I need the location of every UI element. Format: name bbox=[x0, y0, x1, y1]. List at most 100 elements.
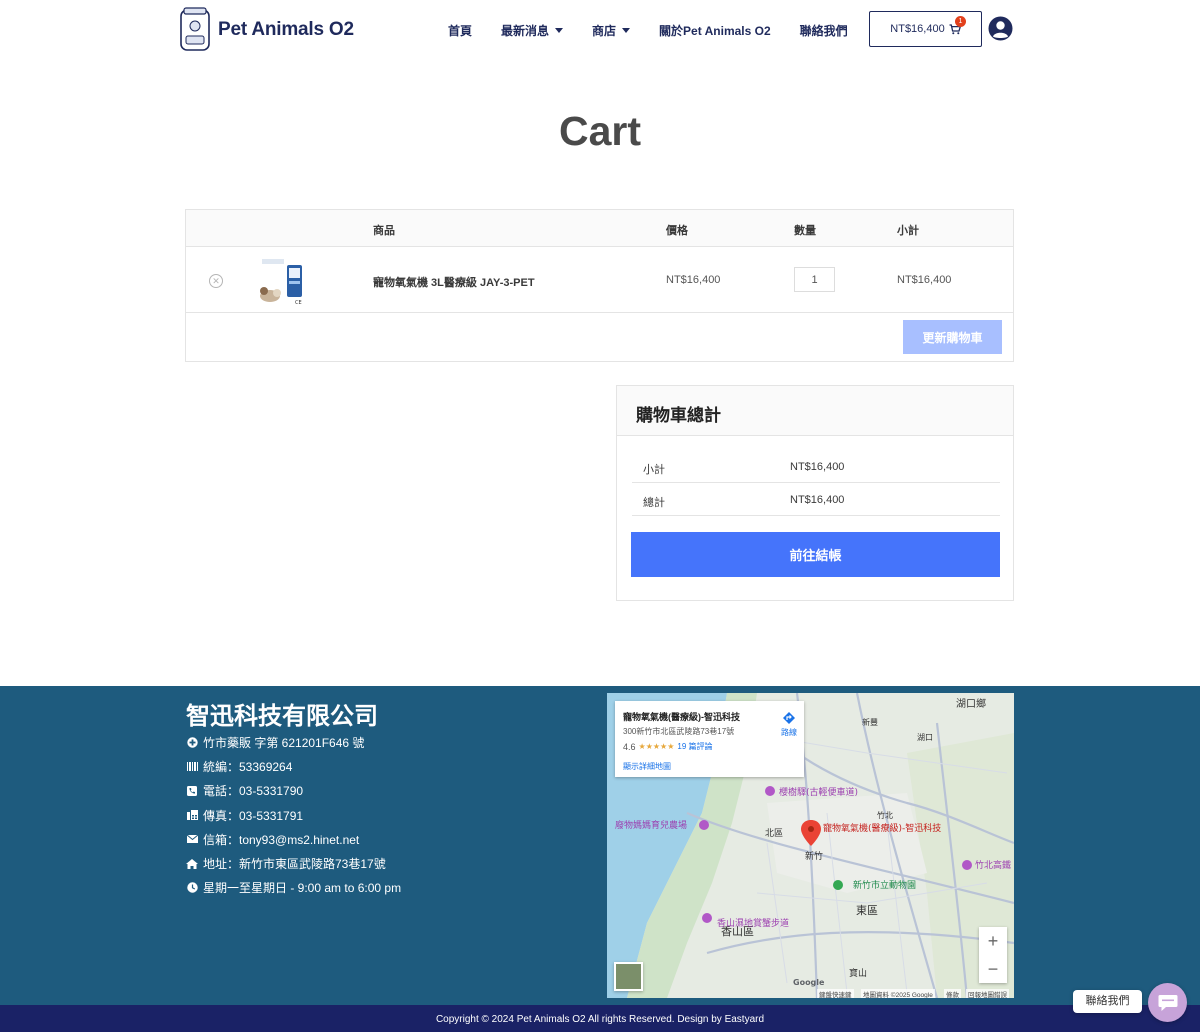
page-title: Cart bbox=[558, 108, 642, 154]
chat-button[interactable] bbox=[1148, 983, 1187, 1022]
product-subtotal: NT$16,400 bbox=[897, 274, 952, 286]
cart-table: 商品 價格 數量 小計 ✕ CE 寵物氧氣機 3L醫療級 JAY-3-PET N… bbox=[185, 209, 1014, 362]
google-logo: Google bbox=[793, 978, 825, 987]
map-data-credit: 地圖資料 ©2025 Google bbox=[861, 989, 935, 998]
barcode-icon bbox=[186, 760, 198, 772]
nav-news-label: 最新消息 bbox=[501, 24, 550, 38]
info-license: 竹市藥販 字第 621201F646 號 bbox=[186, 730, 401, 754]
map-report-link[interactable]: 回報地圖錯誤 bbox=[966, 989, 1009, 998]
info-phone-text: 電話：03-5331790 bbox=[203, 784, 304, 799]
nav-about-label: 關於Pet Animals O2 bbox=[659, 24, 771, 38]
info-email-text: 信箱：tony93@ms2.hinet.net bbox=[203, 832, 360, 847]
map-directions-button[interactable]: 路線 bbox=[777, 711, 801, 738]
plus-circle-icon bbox=[186, 736, 198, 748]
map-place-card: 寵物氧氣機(醫療級)-智迅科技 300新竹市北區武陵路73巷17號 4.6 ★★… bbox=[615, 701, 804, 777]
header-cart-total: NT$16,400 bbox=[890, 23, 945, 35]
chat-label[interactable]: 聯絡我們 bbox=[1073, 990, 1142, 1013]
header-price: 價格 bbox=[666, 225, 688, 237]
map-zoom-controls: + − bbox=[979, 927, 1007, 983]
totals-subtotal-row: 小計 NT$16,400 bbox=[632, 450, 1000, 483]
google-map-embed[interactable]: 湖口鄉 新豐 湖口 北區 新竹 東區 香山區 竹北 寶山 新竹市立動物園 香山濕… bbox=[607, 693, 1014, 998]
chat-bubble-icon bbox=[1158, 994, 1177, 1011]
cart-totals-title: 購物車總計 bbox=[636, 406, 721, 425]
cart-totals: 購物車總計 小計 NT$16,400 總計 NT$16,400 前往結帳 bbox=[616, 385, 1014, 601]
product-price: NT$16,400 bbox=[666, 274, 721, 286]
totals-subtotal-label: 小計 bbox=[643, 464, 665, 476]
nav-shop-label: 商店 bbox=[592, 24, 617, 38]
home-icon bbox=[186, 858, 198, 870]
account-button[interactable] bbox=[988, 16, 1013, 46]
logo-text: Pet Animals O2 bbox=[218, 19, 354, 40]
quantity-input[interactable] bbox=[794, 267, 835, 292]
nav-contact-label: 聯絡我們 bbox=[799, 24, 848, 38]
info-hours-text: 星期一至星期日 - 9:00 am to 6:00 pm bbox=[203, 881, 402, 896]
info-address: 地址：新竹市東區武陵路73巷17號 bbox=[186, 851, 401, 875]
info-tax-id-text: 統編：53369264 bbox=[203, 759, 293, 774]
product-name-link[interactable]: 寵物氧氣機 3L醫療級 JAY-3-PET bbox=[373, 274, 535, 290]
map-label-ying-shu-yi: 櫻樹驛(古輕便車道) bbox=[779, 786, 858, 798]
totals-total-value: NT$16,400 bbox=[790, 494, 845, 506]
cart-count-badge: 1 bbox=[955, 16, 966, 27]
site-footer: 智迅科技有限公司 竹市藥販 字第 621201F646 號 統編：5336926… bbox=[0, 686, 1200, 1005]
map-shortcuts-link[interactable]: 鍵盤快速鍵 bbox=[817, 989, 854, 998]
chevron-down-icon bbox=[555, 28, 564, 33]
totals-total-label: 總計 bbox=[643, 497, 665, 509]
header-subtotal: 小計 bbox=[897, 225, 919, 237]
chevron-down-icon bbox=[622, 28, 631, 33]
info-hours: 星期一至星期日 - 9:00 am to 6:00 pm bbox=[186, 876, 401, 900]
map-terms-link[interactable]: 條款 bbox=[944, 989, 961, 998]
envelope-icon bbox=[186, 833, 198, 845]
map-label-farm: 廢物媽媽育兒農場 bbox=[615, 819, 687, 831]
map-label-hukou: 湖口 bbox=[917, 733, 933, 742]
nav-shop[interactable]: 商店 bbox=[592, 22, 631, 39]
zoom-out-button[interactable]: − bbox=[979, 955, 1007, 983]
site-logo[interactable]: Pet Animals O2 bbox=[178, 6, 354, 54]
map-label-zhubei-hsr: 竹北高鐵 bbox=[975, 859, 1011, 871]
cart-item-row: ✕ CE 寵物氧氣機 3L醫療級 JAY-3-PET NT$16,400 NT$… bbox=[186, 247, 1013, 313]
info-phone: 電話：03-5331790 bbox=[186, 779, 401, 803]
header-cart-button[interactable]: NT$16,400 1 bbox=[869, 11, 982, 47]
map-label-baoshan: 寶山 bbox=[849, 967, 867, 979]
map-label-hsinchu-zoo: 新竹市立動物園 bbox=[853, 879, 916, 891]
product-thumbnail[interactable]: CE bbox=[256, 256, 306, 306]
directions-icon bbox=[783, 712, 795, 724]
map-attribution: 鍵盤快速鍵 地圖資料 ©2025 Google 條款 回報地圖錯誤 bbox=[607, 989, 1014, 998]
info-email: 信箱：tony93@ms2.hinet.net bbox=[186, 827, 401, 851]
map-label-xinfeng: 新豐 bbox=[862, 717, 878, 727]
header-product: 商品 bbox=[373, 225, 395, 237]
proceed-to-checkout-button[interactable]: 前往結帳 bbox=[631, 532, 1000, 577]
star-rating-icon: ★★★★★ bbox=[638, 742, 675, 751]
map-label-zhubei: 竹北 bbox=[877, 810, 893, 820]
map-label-hsinchu: 新竹 bbox=[805, 850, 823, 862]
clock-icon bbox=[186, 882, 198, 894]
fax-icon bbox=[186, 809, 198, 821]
map-reviews-link[interactable]: 19 篇評論 bbox=[677, 741, 712, 752]
cart-table-header: 商品 價格 數量 小計 bbox=[186, 210, 1013, 247]
remove-item-icon[interactable]: ✕ bbox=[209, 274, 223, 288]
map-label-xiangshan-wetland: 香山濕地賞蟹步道 bbox=[717, 917, 789, 929]
company-info-list: 竹市藥販 字第 621201F646 號 統編：53369264 電話：03-5… bbox=[186, 730, 401, 900]
zoom-in-button[interactable]: + bbox=[979, 927, 1007, 955]
map-view-larger-link[interactable]: 顯示詳細地圖 bbox=[623, 761, 671, 772]
nav-contact[interactable]: 聯絡我們 bbox=[800, 22, 848, 39]
nav-home-label: 首頁 bbox=[448, 24, 473, 38]
map-label-east-district: 東區 bbox=[856, 904, 878, 917]
map-type-toggle[interactable] bbox=[614, 962, 643, 991]
map-label-hukou-township: 湖口鄉 bbox=[956, 697, 986, 710]
cart-totals-header: 購物車總計 bbox=[617, 386, 1013, 436]
map-directions-label: 路線 bbox=[781, 728, 797, 737]
header-quantity: 數量 bbox=[794, 225, 816, 237]
main-nav: 首頁 最新消息 商店 關於Pet Animals O2 聯絡我們 bbox=[448, 22, 848, 39]
copyright-bar: Copyright © 2024 Pet Animals O2 All righ… bbox=[0, 1005, 1200, 1032]
info-fax: 傳真：03-5331791 bbox=[186, 803, 401, 827]
info-license-text: 竹市藥販 字第 621201F646 號 bbox=[203, 735, 365, 750]
update-cart-button[interactable]: 更新購物車 bbox=[903, 320, 1002, 354]
info-address-text: 地址：新竹市東區武陵路73巷17號 bbox=[203, 857, 386, 872]
phone-icon bbox=[186, 785, 198, 797]
nav-about[interactable]: 關於Pet Animals O2 bbox=[659, 22, 771, 39]
user-circle-icon bbox=[988, 16, 1013, 41]
nav-news[interactable]: 最新消息 bbox=[501, 22, 564, 39]
nav-home[interactable]: 首頁 bbox=[448, 22, 472, 39]
info-tax-id: 統編：53369264 bbox=[186, 754, 401, 778]
company-name: 智迅科技有限公司 bbox=[186, 703, 378, 730]
